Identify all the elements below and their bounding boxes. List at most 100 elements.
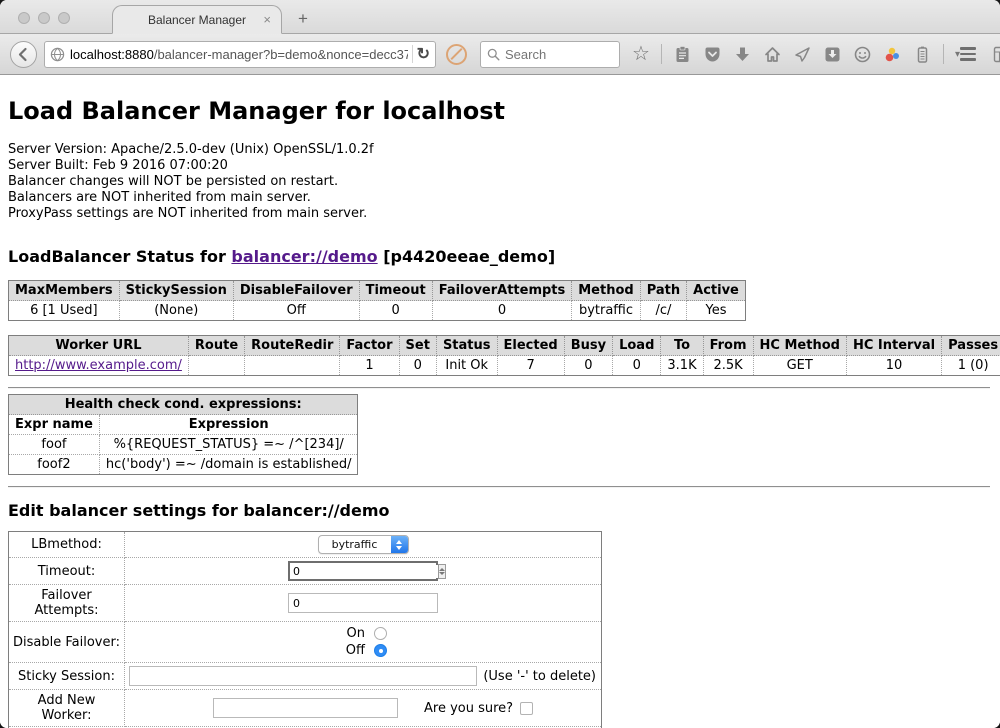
disable-failover-off-radio[interactable]	[374, 644, 387, 657]
radio-off-label: Off	[339, 643, 365, 658]
url-separator	[412, 45, 413, 63]
back-button[interactable]	[10, 41, 37, 68]
add-worker-row: Add New Worker: Are you sure?	[9, 690, 602, 727]
col-hc-method: HC Method	[753, 336, 846, 356]
lbmethod-row: LBmethod: bytraffic	[9, 532, 602, 558]
cell-timeout: 0	[359, 301, 432, 321]
cell-maxmembers: 6 [1 Used]	[9, 301, 120, 321]
zoom-window-button[interactable]	[58, 12, 70, 24]
download-arrow-icon[interactable]	[733, 45, 752, 64]
cell-from: 2.5K	[703, 356, 753, 376]
sticky-session-label: Sticky Session:	[9, 663, 125, 690]
sticky-session-hint: (Use '-' to delete)	[483, 669, 597, 684]
cell-status: Init Ok	[436, 356, 497, 376]
col-method: Method	[572, 281, 640, 301]
add-worker-input[interactable]	[213, 698, 398, 718]
failover-attempts-row: Failover Attempts:	[9, 585, 602, 622]
battery-extension-icon[interactable]	[913, 45, 932, 64]
bookmark-star-icon[interactable]: ☆	[632, 45, 650, 64]
col-active: Active	[687, 281, 746, 301]
server-info: Server Version: Apache/2.5.0-dev (Unix) …	[8, 142, 990, 222]
search-icon	[487, 48, 500, 61]
cell-failoverattempts: 0	[432, 301, 572, 321]
lbmethod-select[interactable]: bytraffic	[318, 535, 409, 554]
timeout-row: Timeout:	[9, 558, 602, 585]
number-stepper-icon[interactable]	[438, 564, 446, 579]
timeout-input[interactable]	[290, 565, 438, 578]
toolbar-right-group	[960, 45, 1000, 64]
cell-elected: 7	[497, 356, 564, 376]
col-factor: Factor	[340, 336, 399, 356]
balancer-demo-link[interactable]: balancer://demo	[231, 247, 377, 266]
tab-close-icon[interactable]: ×	[263, 12, 271, 27]
sticky-session-input[interactable]	[129, 666, 477, 686]
cell-passes: 1 (0)	[942, 356, 1000, 376]
table-header-row: Expr name Expression	[9, 415, 358, 435]
timeout-field[interactable]	[288, 561, 438, 581]
health-check-caption: Health check cond. expressions:	[9, 395, 358, 415]
lbmethod-label: LBmethod:	[9, 532, 125, 558]
window-controls	[18, 12, 70, 24]
cell-set: 0	[399, 356, 436, 376]
cell-route	[188, 356, 244, 376]
worker-url-link[interactable]: http://www.example.com/	[15, 358, 182, 373]
send-plane-icon[interactable]	[793, 45, 812, 64]
menu-hamburger-icon[interactable]	[960, 47, 976, 61]
page-title: Load Balancer Manager for localhost	[8, 97, 990, 125]
table-row: foof %{REQUEST_STATUS} =~ /^[234]/	[9, 435, 358, 455]
cell-expression: hc('body') =~ /domain is established/	[99, 455, 358, 475]
page-content: Load Balancer Manager for localhost Serv…	[0, 75, 1000, 728]
col-stickysession: StickySession	[119, 281, 233, 301]
close-window-button[interactable]	[18, 12, 30, 24]
col-busy: Busy	[564, 336, 612, 356]
table-caption-row: Health check cond. expressions:	[9, 395, 358, 415]
col-expression: Expression	[99, 415, 358, 435]
col-elected: Elected	[497, 336, 564, 356]
failover-attempts-input[interactable]	[288, 593, 438, 613]
col-expr-name: Expr name	[9, 415, 100, 435]
tile-tabs-extension-icon[interactable]	[992, 45, 1000, 64]
table-row: 6 [1 Used] (None) Off 0 0 bytraffic /c/ …	[9, 301, 746, 321]
url-text[interactable]: localhost:8880/balancer-manager?b=demo&n…	[70, 47, 408, 62]
home-icon[interactable]	[763, 45, 782, 64]
disable-failover-on-radio[interactable]	[374, 627, 387, 640]
worker-status-table: Worker URL Route RouteRedir Factor Set S…	[8, 335, 1000, 376]
col-path: Path	[640, 281, 686, 301]
disable-failover-row: Disable Failover: On Off	[9, 622, 602, 663]
toolbar-separator	[661, 44, 662, 64]
cell-worker-url: http://www.example.com/	[9, 356, 189, 376]
table-header-row: Worker URL Route RouteRedir Factor Set S…	[9, 336, 1000, 356]
balancer-status-table: MaxMembers StickySession DisableFailover…	[8, 280, 746, 321]
clipboard-icon[interactable]	[673, 45, 692, 64]
are-you-sure-label: Are you sure?	[424, 701, 513, 716]
site-identity-globe-icon[interactable]	[50, 47, 65, 62]
download-panel-icon[interactable]	[823, 45, 842, 64]
col-to: To	[661, 336, 703, 356]
minimize-window-button[interactable]	[38, 12, 50, 24]
url-bar[interactable]: localhost:8880/balancer-manager?b=demo&n…	[44, 41, 436, 68]
content-blocker-icon[interactable]	[446, 44, 467, 65]
tab-balancer-manager[interactable]: Balancer Manager ×	[112, 5, 282, 34]
col-worker-url: Worker URL	[9, 336, 189, 356]
pocket-icon[interactable]	[703, 45, 722, 64]
cell-hc-method: GET	[753, 356, 846, 376]
col-from: From	[703, 336, 753, 356]
reload-icon[interactable]: ↻	[417, 44, 430, 64]
inherit-notice-line: Balancers are NOT inherited from main se…	[8, 190, 990, 206]
feedback-smiley-icon[interactable]	[853, 45, 872, 64]
server-built-line: Server Built: Feb 9 2016 07:00:20	[8, 158, 990, 174]
cell-factor: 1	[340, 356, 399, 376]
col-load: Load	[613, 336, 661, 356]
are-you-sure-checkbox[interactable]	[520, 702, 533, 715]
color-dots-extension-icon[interactable]	[883, 45, 902, 64]
edit-balancer-heading: Edit balancer settings for balancer://de…	[8, 501, 990, 520]
browser-window: Balancer Manager × + localhost:8880/bala…	[0, 0, 1000, 728]
cell-expr-name: foof	[9, 435, 100, 455]
search-input[interactable]	[505, 47, 600, 62]
search-bar[interactable]	[480, 41, 620, 68]
new-tab-button[interactable]: +	[298, 9, 308, 29]
col-routeredir: RouteRedir	[245, 336, 340, 356]
col-maxmembers: MaxMembers	[9, 281, 120, 301]
tab-title: Balancer Manager	[148, 13, 246, 27]
col-hc-interval: HC Interval	[846, 336, 941, 356]
